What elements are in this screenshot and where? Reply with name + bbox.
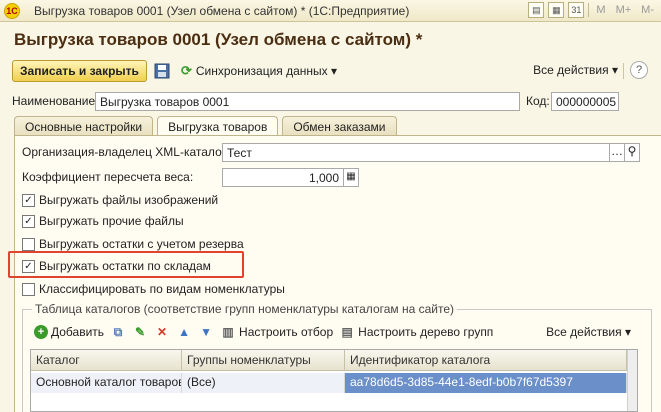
weight-label: Коэффициент пересчета веса: — [22, 170, 194, 184]
configure-filter-button[interactable]: ▥ Настроить отбор — [220, 324, 333, 340]
all-actions-menu[interactable]: Все действия ▾ — [533, 63, 618, 77]
catalog-toolbar: + Добавить ⧉ ✎ ✕ ▲ ▼ ▥ Настроить отбор ▤… — [34, 322, 634, 342]
tree-icon: ▤ — [341, 325, 353, 339]
table-row[interactable]: Основной каталог товаров (Все) aa78d6d5-… — [31, 373, 637, 393]
column-header-groups[interactable]: Группы номенклатуры — [182, 350, 345, 370]
memory-button[interactable]: M — [593, 4, 608, 16]
column-header-catalog[interactable]: Каталог — [31, 350, 182, 370]
help-button[interactable]: ? — [630, 61, 648, 79]
move-down-icon[interactable]: ▼ — [198, 324, 214, 340]
option-export-other-files[interactable]: ✓ Выгружать прочие файлы — [22, 214, 184, 228]
column-header-catalog-id[interactable]: Идентификатор каталога — [345, 350, 627, 370]
calculator-icon[interactable]: ▦ — [343, 168, 359, 187]
checkbox[interactable] — [22, 237, 35, 251]
edit-icon[interactable]: ✎ — [132, 324, 148, 340]
page-title: Выгрузка товаров 0001 (Узел обмена с сай… — [14, 30, 423, 49]
checkbox[interactable]: ✓ — [22, 214, 35, 228]
window-titlebar: 1C Выгрузка товаров 0001 (Узел обмена с … — [0, 0, 661, 22]
scrollbar[interactable] — [627, 350, 637, 411]
checkbox[interactable]: ✓ — [22, 193, 35, 207]
configure-tree-label: Настроить дерево групп — [358, 325, 494, 339]
cell-catalog[interactable]: Основной каталог товаров — [31, 373, 182, 393]
add-icon: + — [34, 325, 48, 339]
window-title: Выгрузка товаров 0001 (Узел обмена с сай… — [34, 3, 410, 18]
code-field[interactable]: 000000005 — [551, 92, 619, 111]
name-label: Наименование: — [12, 94, 99, 108]
catalog-table: Каталог Группы номенклатуры Идентификато… — [30, 349, 638, 412]
add-label: Добавить — [51, 325, 105, 339]
tab-export-goods[interactable]: Выгрузка товаров — [157, 116, 279, 137]
option-export-images[interactable]: ✓ Выгружать файлы изображений — [22, 193, 218, 207]
divider — [588, 3, 590, 17]
catalog-group-title: Таблица каталогов (соответствие групп но… — [32, 302, 458, 316]
calendar-icon[interactable]: 31 — [568, 2, 585, 18]
option-classify-by-type[interactable]: Классифицировать по видам номенклатуры — [22, 282, 285, 296]
option-label: Выгружать остатки по складам — [39, 259, 211, 273]
move-up-icon[interactable]: ▲ — [176, 324, 192, 340]
select-button[interactable]: … — [609, 143, 625, 162]
tab-main-settings[interactable]: Основные настройки — [14, 116, 154, 136]
option-label: Выгружать прочие файлы — [39, 214, 184, 228]
weight-field[interactable]: 1,000 — [222, 168, 344, 187]
sync-data-button[interactable]: ⟳ Синхронизация данных ▾ — [181, 63, 337, 79]
configure-tree-button[interactable]: ▤ Настроить дерево групп — [339, 324, 493, 340]
save-and-close-button[interactable]: Записать и закрыть — [12, 60, 147, 82]
sync-icon: ⟳ — [180, 63, 192, 78]
option-export-stock-by-warehouse[interactable]: ✓ Выгружать остатки по складам — [22, 259, 211, 273]
name-field[interactable]: Выгрузка товаров 0001 — [95, 92, 520, 111]
document-icon[interactable]: ▤ — [528, 2, 545, 18]
owner-field[interactable]: Тест — [222, 143, 610, 162]
calculator-icon[interactable]: ▦ — [548, 2, 565, 18]
filter-icon: ▥ — [222, 325, 234, 339]
sync-data-label: Синхронизация данных ▾ — [195, 64, 338, 78]
checkbox[interactable]: ✓ — [22, 259, 35, 273]
owner-label: Организация-владелец XML-каталога: — [22, 145, 236, 159]
catalog-all-actions-menu[interactable]: Все действия ▾ — [546, 325, 631, 339]
checkbox[interactable] — [22, 282, 35, 296]
option-export-stock-reserve[interactable]: Выгружать остатки с учетом резерва — [22, 237, 244, 251]
delete-icon[interactable]: ✕ — [154, 324, 170, 340]
add-button[interactable]: + Добавить — [34, 325, 104, 339]
cell-groups[interactable]: (Все) — [182, 373, 345, 393]
copy-icon[interactable]: ⧉ — [110, 324, 126, 340]
title-tools: ▤ ▦ 31 M M+ M- — [528, 2, 657, 18]
memory-minus-button[interactable]: M- — [638, 4, 657, 16]
app-logo-icon: 1C — [4, 2, 20, 19]
option-label: Выгружать файлы изображений — [39, 193, 219, 207]
command-bar: Записать и закрыть ⟳ Синхронизация данны… — [12, 59, 652, 83]
code-label: Код: — [526, 94, 550, 108]
table-header: Каталог Группы номенклатуры Идентификато… — [31, 350, 637, 371]
memory-plus-button[interactable]: M+ — [613, 4, 635, 16]
option-label: Выгружать остатки с учетом резерва — [39, 237, 244, 251]
cell-catalog-id[interactable]: aa78d6d5-3d85-44e1-8edf-b0b7f67d5397 — [345, 373, 627, 393]
configure-filter-label: Настроить отбор — [239, 325, 334, 339]
divider — [623, 63, 624, 79]
tab-order-exchange[interactable]: Обмен заказами — [282, 116, 397, 136]
save-icon[interactable] — [153, 62, 171, 80]
tab-bar: Основные настройки Выгрузка товаров Обме… — [14, 116, 397, 137]
option-label: Классифицировать по видам номенклатуры — [39, 282, 285, 296]
search-icon[interactable]: ⚲ — [624, 143, 640, 162]
